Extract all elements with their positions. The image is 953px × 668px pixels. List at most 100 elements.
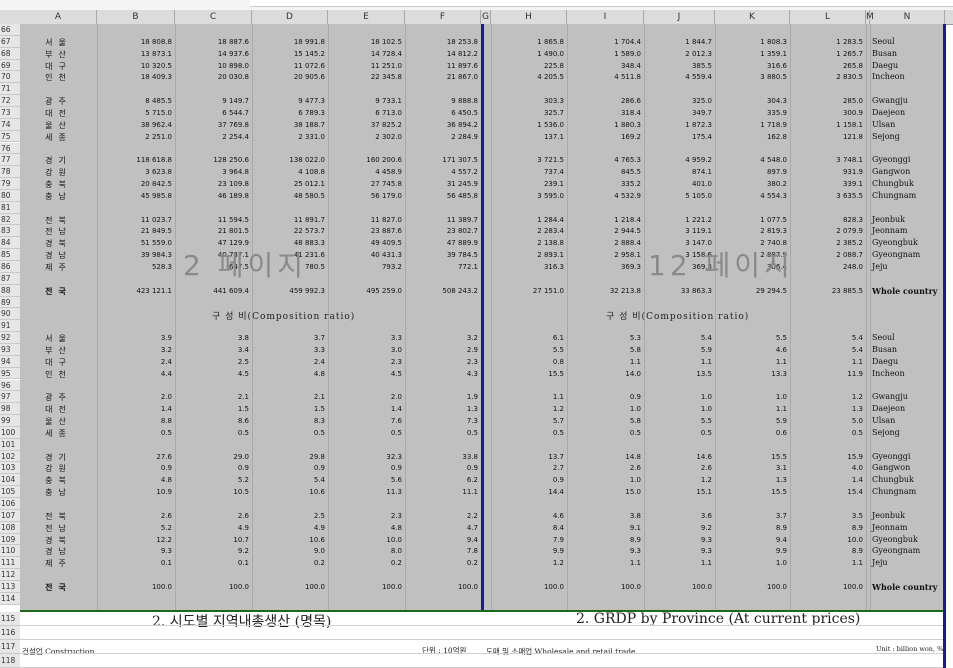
column-header-j[interactable]: J	[644, 10, 715, 24]
value-cell[interactable]: 3.5	[790, 512, 863, 520]
value-cell[interactable]: 13 873.1	[97, 50, 172, 58]
value-cell[interactable]: 1.4	[97, 405, 172, 413]
value-cell[interactable]: 9.3	[97, 547, 172, 555]
column-header-g[interactable]: G	[481, 10, 491, 24]
value-cell[interactable]: 1 872.3	[644, 121, 712, 129]
value-cell[interactable]: 3 721.5	[491, 156, 564, 164]
value-cell[interactable]: 1 536.0	[491, 121, 564, 129]
value-cell[interactable]: 2.5	[252, 512, 325, 520]
value-cell[interactable]: 248.0	[790, 263, 863, 271]
row-header[interactable]: 104	[0, 474, 20, 487]
value-cell[interactable]: 32.3	[328, 453, 402, 461]
value-cell[interactable]: 100.0	[252, 583, 325, 591]
column-header-n[interactable]: N	[870, 10, 945, 24]
value-cell[interactable]: 3 635.5	[790, 192, 863, 200]
value-cell[interactable]: 380.2	[715, 180, 787, 188]
value-cell[interactable]: 39 984.3	[97, 251, 172, 259]
value-cell[interactable]: 11 251.0	[328, 62, 402, 70]
value-cell[interactable]: 2 302.0	[328, 133, 402, 141]
value-cell[interactable]: 11 023.7	[97, 216, 172, 224]
value-cell[interactable]: 1 844.7	[644, 38, 712, 46]
value-cell[interactable]: 2 283.4	[491, 227, 564, 235]
spreadsheet[interactable]: ABCDEFGHIJKLMN 66 67 68 69 70 71 72 73 74 75 76 77 7…	[0, 0, 953, 668]
value-cell[interactable]: 48 580.5	[252, 192, 325, 200]
row-header[interactable]: 98	[0, 403, 20, 416]
row-header[interactable]: 109	[0, 533, 20, 546]
value-cell[interactable]: 40 431.3	[328, 251, 402, 259]
value-cell[interactable]: 15 145.2	[252, 50, 325, 58]
value-cell[interactable]: 225.8	[491, 62, 564, 70]
value-cell[interactable]: 11 594.5	[175, 216, 249, 224]
value-cell[interactable]: 8.9	[790, 547, 863, 555]
row-header[interactable]: 112	[0, 569, 20, 581]
value-cell[interactable]: 1.5	[252, 405, 325, 413]
value-cell[interactable]: 1.1	[715, 405, 787, 413]
value-cell[interactable]: 3 964.8	[175, 168, 249, 176]
value-cell[interactable]: 874.1	[644, 168, 712, 176]
value-cell[interactable]: 9 733.1	[328, 97, 402, 105]
value-cell[interactable]: 793.2	[328, 263, 402, 271]
value-cell[interactable]: 18 102.5	[328, 38, 402, 46]
value-cell[interactable]: 11.9	[790, 370, 863, 378]
value-cell[interactable]: 2.6	[97, 512, 172, 520]
value-cell[interactable]: 1.2	[491, 405, 564, 413]
value-cell[interactable]: 4.3	[405, 370, 478, 378]
value-cell[interactable]: 2.3	[328, 512, 402, 520]
value-cell[interactable]: 14 937.6	[175, 50, 249, 58]
value-cell[interactable]: 495 259.0	[328, 287, 402, 295]
value-cell[interactable]: 9.3	[644, 536, 712, 544]
row-header[interactable]: 110	[0, 545, 20, 558]
value-cell[interactable]: 3 119.1	[644, 227, 712, 235]
row-header[interactable]: 115	[0, 612, 20, 626]
row-header[interactable]: 116	[0, 626, 20, 640]
value-cell[interactable]: 0.2	[252, 559, 325, 567]
value-cell[interactable]: 31 245.9	[405, 180, 478, 188]
value-cell[interactable]: 23 885.5	[790, 287, 863, 295]
value-cell[interactable]: 5 715.0	[97, 109, 172, 117]
value-cell[interactable]: 100.0	[491, 583, 564, 591]
value-cell[interactable]: 22 573.7	[252, 227, 325, 235]
value-cell[interactable]: 128 250.6	[175, 156, 249, 164]
value-cell[interactable]: 4.9	[252, 524, 325, 532]
value-cell[interactable]: 8.9	[790, 524, 863, 532]
value-cell[interactable]: 7.9	[491, 536, 564, 544]
value-cell[interactable]: 5.2	[175, 476, 249, 484]
value-cell[interactable]: 286.6	[567, 97, 641, 105]
value-cell[interactable]: 2 830.5	[790, 73, 863, 81]
value-cell[interactable]: 29.0	[175, 453, 249, 461]
value-cell[interactable]: 0.5	[790, 429, 863, 437]
value-cell[interactable]: 100.0	[715, 583, 787, 591]
value-cell[interactable]: 9.4	[715, 536, 787, 544]
value-cell[interactable]: 29 294.5	[715, 287, 787, 295]
value-cell[interactable]: 10.6	[252, 536, 325, 544]
row-header[interactable]: 72	[0, 95, 20, 107]
value-cell[interactable]: 5 105.0	[644, 192, 712, 200]
value-cell[interactable]: 29.8	[252, 453, 325, 461]
value-cell[interactable]: 772.1	[405, 263, 478, 271]
value-cell[interactable]: 0.9	[491, 476, 564, 484]
row-header[interactable]: 93	[0, 343, 20, 356]
row-header[interactable]: 87	[0, 272, 20, 285]
row-header[interactable]: 106	[0, 498, 20, 510]
value-cell[interactable]: 8.9	[715, 524, 787, 532]
column-header-c[interactable]: C	[175, 10, 252, 24]
value-cell[interactable]: 2.0	[97, 393, 172, 401]
value-cell[interactable]: 2 079.9	[790, 227, 863, 235]
value-cell[interactable]: 931.9	[790, 168, 863, 176]
value-cell[interactable]: 316.3	[491, 263, 564, 271]
row-header[interactable]: 84	[0, 237, 20, 250]
value-cell[interactable]: 5.3	[567, 334, 641, 342]
value-cell[interactable]: 0.8	[491, 358, 564, 366]
value-cell[interactable]: 7.3	[405, 417, 478, 425]
value-cell[interactable]: 1 865.8	[491, 38, 564, 46]
value-cell[interactable]: 18 887.6	[175, 38, 249, 46]
value-cell[interactable]: 4.7	[405, 524, 478, 532]
value-cell[interactable]: 0.9	[97, 464, 172, 472]
value-cell[interactable]: 18 991.8	[252, 38, 325, 46]
value-cell[interactable]: 21 801.5	[175, 227, 249, 235]
value-cell[interactable]: 1 589.0	[567, 50, 641, 58]
value-cell[interactable]: 1.0	[567, 476, 641, 484]
value-cell[interactable]: 9.3	[644, 547, 712, 555]
value-cell[interactable]: 1.2	[790, 393, 863, 401]
value-cell[interactable]: 1.1	[644, 358, 712, 366]
